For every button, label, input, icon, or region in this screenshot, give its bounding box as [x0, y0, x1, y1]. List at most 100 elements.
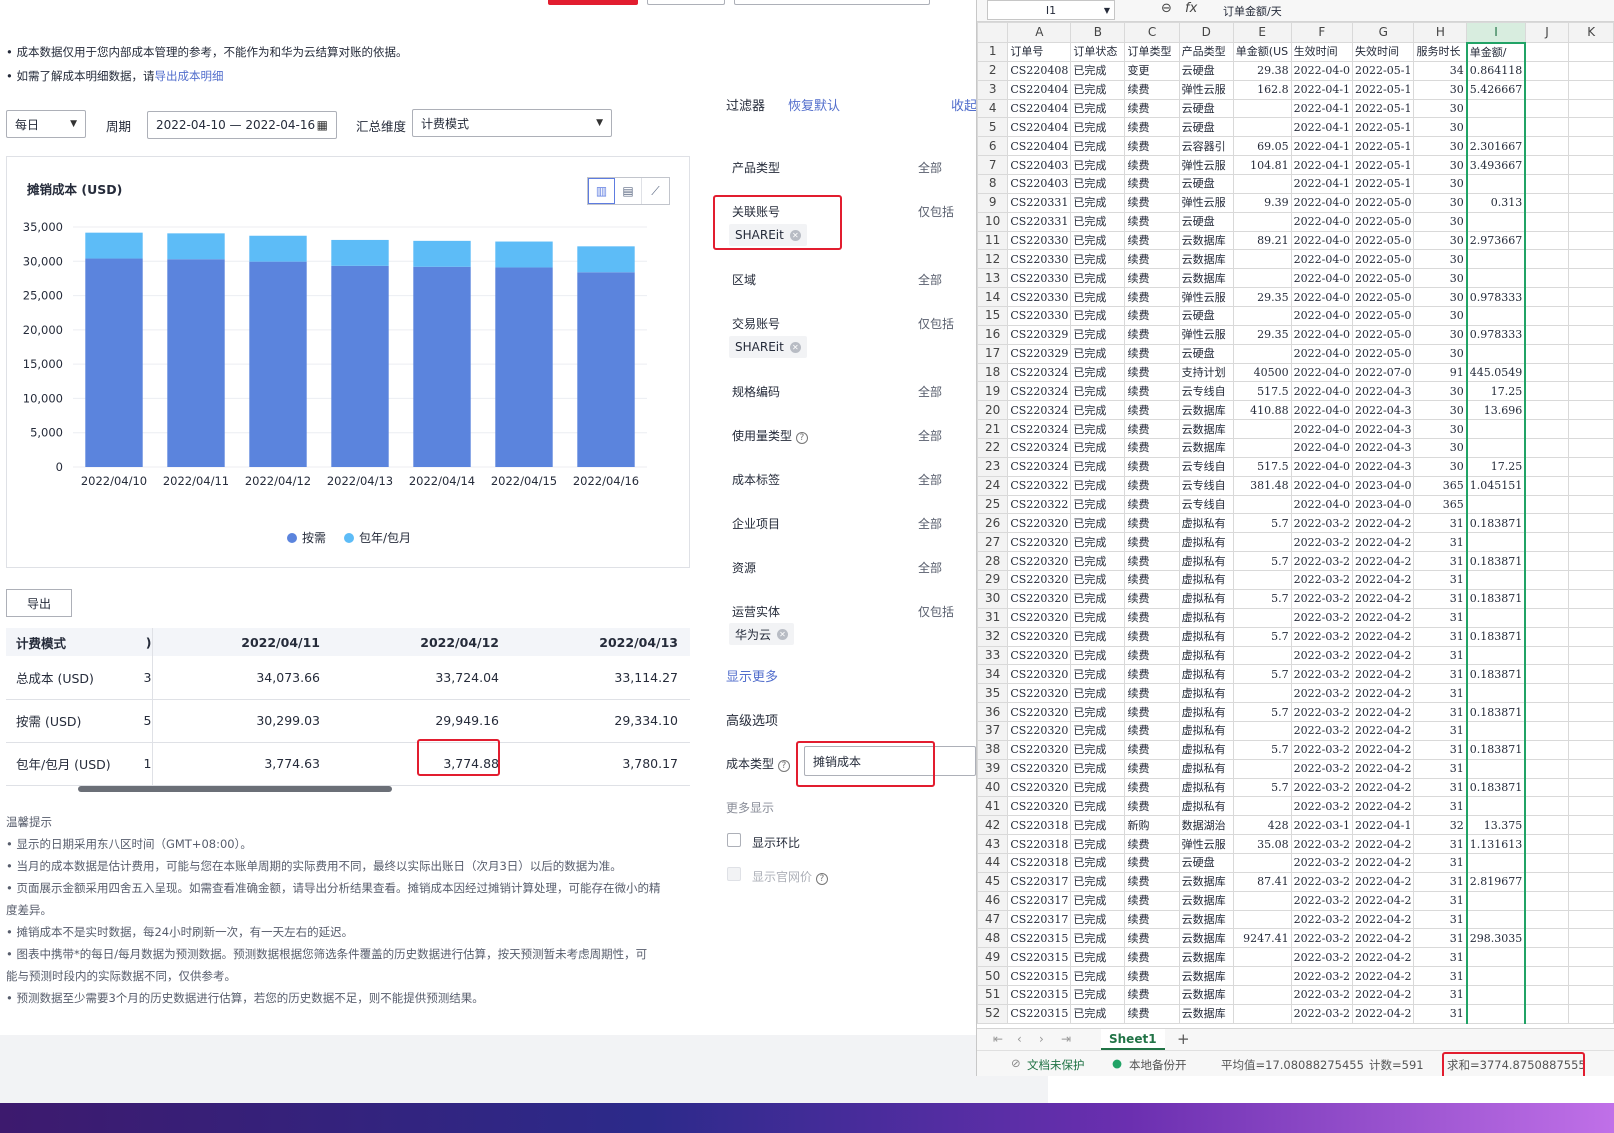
cell[interactable]: 续费: [1124, 98, 1180, 119]
cell[interactable]: CS220408: [1007, 60, 1072, 81]
cell[interactable]: 31: [1413, 758, 1468, 779]
cell[interactable]: 87.41: [1232, 871, 1292, 892]
cell[interactable]: 2022-04-0: [1290, 60, 1354, 81]
row-header[interactable]: 16: [977, 324, 1009, 345]
cell[interactable]: [1524, 966, 1570, 986]
cell[interactable]: [1232, 796, 1292, 817]
row-header[interactable]: 36: [977, 702, 1009, 722]
cell[interactable]: 续费: [1124, 324, 1180, 345]
cell[interactable]: CS220330: [1007, 287, 1072, 308]
row-header[interactable]: 43: [977, 834, 1009, 854]
help-icon[interactable]: ?: [777, 760, 790, 772]
cell[interactable]: [1568, 419, 1614, 440]
filter-value-cost-tag[interactable]: 全部: [918, 471, 942, 488]
cell[interactable]: 2022-04-2: [1352, 777, 1415, 798]
show-more-link[interactable]: 显示更多: [726, 666, 778, 685]
cell[interactable]: 云数据库: [1178, 947, 1234, 968]
cell[interactable]: [1524, 664, 1570, 685]
cell[interactable]: 2022-03-2: [1290, 570, 1354, 590]
cell[interactable]: 已完成: [1070, 815, 1126, 836]
row-header[interactable]: 29: [977, 570, 1009, 590]
cell[interactable]: 已完成: [1070, 249, 1126, 270]
cell[interactable]: CS220403: [1007, 174, 1072, 194]
cell[interactable]: 2022-03-2: [1290, 664, 1354, 685]
cell[interactable]: 虚拟私有: [1178, 551, 1234, 572]
cell[interactable]: 428: [1232, 815, 1292, 836]
cell[interactable]: 续费: [1124, 343, 1180, 364]
cell[interactable]: 弹性云服: [1178, 324, 1234, 345]
cell[interactable]: 云数据库: [1178, 268, 1234, 289]
cell[interactable]: 已完成: [1070, 720, 1126, 741]
cell[interactable]: 云数据库: [1178, 890, 1234, 911]
cell[interactable]: 2022-03-2: [1290, 588, 1354, 609]
cell[interactable]: 17.25: [1465, 456, 1527, 477]
cell[interactable]: 已完成: [1070, 343, 1126, 364]
cell[interactable]: [1524, 570, 1570, 590]
cell[interactable]: 2022-03-2: [1290, 796, 1354, 817]
cell[interactable]: 2022-04-0: [1290, 456, 1354, 477]
cell[interactable]: [1232, 758, 1292, 779]
cell[interactable]: 云硬盘: [1178, 306, 1234, 326]
cell[interactable]: 云硬盘: [1178, 60, 1234, 81]
cell[interactable]: 2022-03-2: [1290, 513, 1354, 534]
bar-segment[interactable]: [331, 265, 389, 467]
cell[interactable]: 已完成: [1070, 984, 1126, 1005]
cell[interactable]: 34: [1413, 60, 1468, 81]
cell[interactable]: 云数据库: [1178, 438, 1234, 458]
cell[interactable]: 已完成: [1070, 796, 1126, 817]
cell[interactable]: CS220320: [1007, 551, 1072, 572]
cell[interactable]: 5.7: [1232, 626, 1292, 647]
cell[interactable]: 续费: [1124, 532, 1180, 553]
cell[interactable]: 续费: [1124, 1003, 1180, 1024]
filter-value-linked-account[interactable]: 仅包括: [918, 203, 954, 220]
cell[interactable]: [1465, 966, 1527, 986]
cell[interactable]: 已完成: [1070, 626, 1126, 647]
cell[interactable]: CS220320: [1007, 645, 1072, 666]
cell[interactable]: 31: [1413, 834, 1468, 854]
cell[interactable]: 已完成: [1070, 287, 1126, 308]
cell[interactable]: 弹性云服: [1178, 79, 1234, 100]
cell[interactable]: 2022-04-2: [1352, 626, 1415, 647]
cell[interactable]: CS220315: [1007, 984, 1072, 1005]
cell[interactable]: [1524, 871, 1570, 892]
cell[interactable]: 2022-03-2: [1290, 777, 1354, 798]
cell[interactable]: 2022-03-2: [1290, 1003, 1354, 1024]
cell[interactable]: 已完成: [1070, 834, 1126, 854]
filter-value-region[interactable]: 全部: [918, 271, 942, 288]
cell[interactable]: [1465, 494, 1527, 515]
cell[interactable]: [1465, 211, 1527, 232]
cell[interactable]: [1232, 532, 1292, 553]
cell[interactable]: [1465, 947, 1527, 968]
cell[interactable]: 虚拟私有: [1178, 532, 1234, 553]
cell[interactable]: 32: [1413, 815, 1468, 836]
row-header[interactable]: 13: [977, 268, 1009, 289]
cell[interactable]: 31: [1413, 890, 1468, 911]
cell[interactable]: CS220324: [1007, 362, 1072, 383]
cell[interactable]: [1524, 79, 1570, 100]
row-header[interactable]: 25: [977, 494, 1009, 515]
cell[interactable]: 31: [1413, 720, 1468, 741]
bar-segment[interactable]: [495, 241, 553, 268]
cell[interactable]: [1568, 513, 1614, 534]
cell[interactable]: 2.973667: [1465, 230, 1527, 251]
cell[interactable]: 2022-04-2: [1352, 928, 1415, 949]
cell[interactable]: 30: [1413, 117, 1468, 138]
cell[interactable]: 虚拟私有: [1178, 626, 1234, 647]
cell[interactable]: 2022-05-1: [1352, 136, 1415, 157]
cell[interactable]: 续费: [1124, 456, 1180, 477]
cell[interactable]: [1524, 438, 1570, 458]
cell[interactable]: 单金额/: [1465, 42, 1527, 62]
cell[interactable]: 已完成: [1070, 192, 1126, 213]
cell[interactable]: CS220324: [1007, 438, 1072, 458]
cell[interactable]: [1524, 815, 1570, 836]
cell[interactable]: [1568, 928, 1614, 949]
cell[interactable]: [1568, 588, 1614, 609]
cell[interactable]: 13.375: [1465, 815, 1527, 836]
cell[interactable]: 2022-04-2: [1352, 909, 1415, 930]
row-header[interactable]: 48: [977, 928, 1009, 949]
top-primary-button[interactable]: [548, 0, 638, 5]
cell[interactable]: 已完成: [1070, 268, 1126, 289]
cell[interactable]: [1568, 852, 1614, 873]
cell[interactable]: [1524, 1003, 1570, 1024]
cell[interactable]: 29.35: [1232, 287, 1292, 308]
